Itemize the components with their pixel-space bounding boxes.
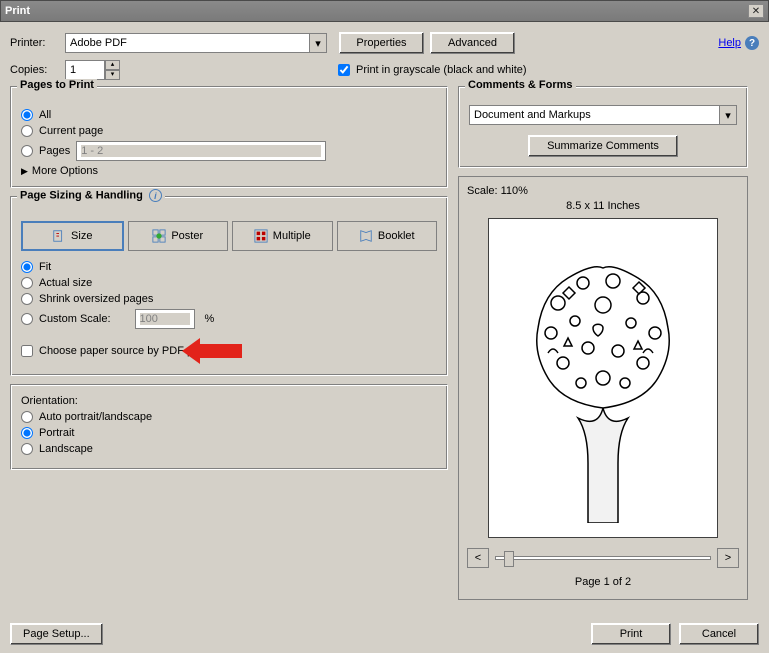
print-button[interactable]: Print <box>591 623 671 645</box>
pages-range-input[interactable] <box>76 141 326 161</box>
advanced-button[interactable]: Advanced <box>430 32 515 54</box>
cancel-button[interactable]: Cancel <box>679 623 759 645</box>
printer-select[interactable]: Adobe PDF ▾ <box>65 33 327 53</box>
help-link[interactable]: Help <box>718 37 741 49</box>
close-button[interactable]: ✕ <box>748 4 764 18</box>
custom-scale-input[interactable] <box>135 309 195 329</box>
preview-panel: Scale: 110% 8.5 x 11 Inches <box>458 176 748 600</box>
multiple-icon <box>254 229 268 243</box>
copies-spinner[interactable]: ▴▾ <box>105 60 120 80</box>
dropdown-icon: ▾ <box>309 34 326 52</box>
sizing-legend: Page Sizing & Handlingi <box>17 189 165 202</box>
tree-image <box>503 233 703 523</box>
triangle-right-icon: ▶ <box>21 166 28 177</box>
tab-multiple[interactable]: Multiple <box>232 221 333 251</box>
radio-pages[interactable] <box>21 145 33 157</box>
radio-all[interactable]: All <box>21 109 437 121</box>
pages-to-print-group: Pages to Print All Current page Pages ▶ … <box>10 86 448 188</box>
tab-size[interactable]: Size <box>21 221 124 251</box>
size-icon <box>52 229 66 243</box>
radio-current[interactable]: Current page <box>21 125 437 137</box>
pages-legend: Pages to Print <box>17 79 97 91</box>
more-options-toggle[interactable]: ▶ More Options <box>21 165 437 177</box>
copies-input[interactable] <box>65 60 105 80</box>
dropdown-icon: ▾ <box>719 106 736 124</box>
radio-fit[interactable]: Fit <box>21 261 437 273</box>
printer-label: Printer: <box>10 37 65 49</box>
comments-legend: Comments & Forms <box>465 79 576 91</box>
page-setup-button[interactable]: Page Setup... <box>10 623 103 645</box>
info-icon[interactable]: i <box>149 189 162 202</box>
printer-value: Adobe PDF <box>70 37 127 49</box>
copies-label: Copies: <box>10 64 65 76</box>
page-number-text: Page 1 of 2 <box>467 576 739 588</box>
poster-icon <box>152 229 166 243</box>
scale-text: Scale: 110% <box>467 185 739 197</box>
radio-actual[interactable]: Actual size <box>21 277 437 289</box>
page-slider[interactable] <box>495 556 711 560</box>
radio-auto-orient[interactable]: Auto portrait/landscape <box>21 411 437 423</box>
summarize-comments-button[interactable]: Summarize Comments <box>528 135 678 157</box>
tab-poster[interactable]: Poster <box>128 221 229 251</box>
radio-shrink[interactable]: Shrink oversized pages <box>21 293 437 305</box>
booklet-icon <box>359 229 373 243</box>
red-arrow-annotation <box>182 338 242 364</box>
grayscale-checkbox[interactable]: Print in grayscale (black and white) <box>338 64 527 76</box>
preview-page <box>488 218 718 538</box>
help-icon[interactable]: ? <box>745 36 759 50</box>
window-title: Print <box>5 5 748 17</box>
orientation-group: Orientation: Auto portrait/landscape Por… <box>10 384 448 470</box>
orientation-label: Orientation: <box>21 395 437 407</box>
prev-page-button[interactable]: < <box>467 548 489 568</box>
dimensions-text: 8.5 x 11 Inches <box>467 200 739 212</box>
radio-custom-scale[interactable] <box>21 313 33 325</box>
titlebar: Print ✕ <box>0 0 769 22</box>
properties-button[interactable]: Properties <box>339 32 424 54</box>
comments-forms-group: Comments & Forms Document and Markups ▾ … <box>458 86 748 168</box>
comments-select[interactable]: Document and Markups ▾ <box>469 105 737 125</box>
next-page-button[interactable]: > <box>717 548 739 568</box>
radio-portrait[interactable]: Portrait <box>21 427 437 439</box>
tab-booklet[interactable]: Booklet <box>337 221 438 251</box>
radio-landscape[interactable]: Landscape <box>21 443 437 455</box>
